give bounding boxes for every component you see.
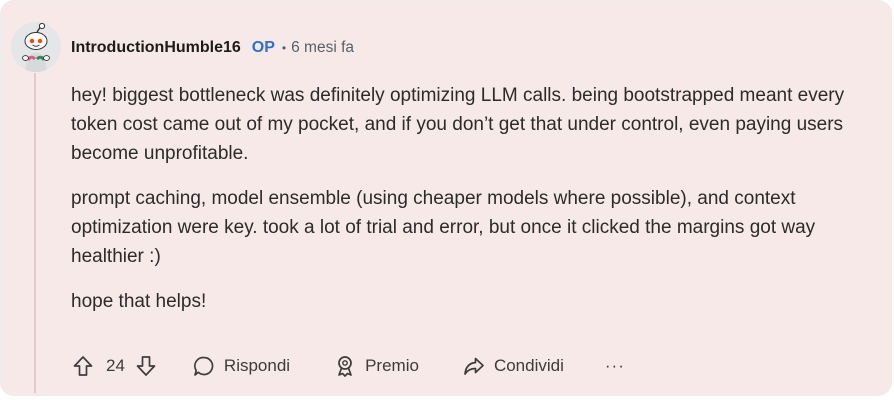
comment-card: IntroductionHumble16 OP • 6 mesi fa hey!… [0,0,892,396]
separator-dot: • [281,41,287,55]
upvote-icon [73,356,93,376]
reply-label: Rispondi [223,356,291,375]
vote-count: 24 [106,356,125,375]
op-badge: OP [251,39,275,56]
award-icon [338,356,352,377]
comment-body: hey! biggest bottleneck was definitely o… [71,81,879,332]
comment-bubble-icon [193,356,214,376]
upvote-button[interactable] [71,354,95,378]
share-label: Condividi [493,356,564,375]
downvote-icon [136,356,156,376]
avatar[interactable] [11,22,61,72]
award-label: Premio [365,356,419,375]
snoo-avatar-icon [11,22,61,72]
share-button[interactable]: Condividi [462,354,564,378]
comment-paragraph: hey! biggest bottleneck was definitely o… [71,85,845,164]
more-icon: ··· [604,356,625,375]
reply-button[interactable]: Rispondi [192,354,290,378]
share-icon [464,357,484,375]
comment-header: IntroductionHumble16 OP • 6 mesi fa [71,37,354,59]
action-bar: 24 Rispondi Premio Condividi ··· [71,351,625,381]
timestamp[interactable]: 6 mesi fa [291,39,354,57]
comment-paragraph: hope that helps! [71,291,207,312]
comment-paragraph: prompt caching, model ensemble (using ch… [71,188,816,267]
thread-line[interactable] [34,73,36,393]
more-options-button[interactable]: ··· [605,356,625,376]
downvote-button[interactable] [134,354,158,378]
author-name[interactable]: IntroductionHumble16 [71,39,241,57]
award-button[interactable]: Premio [333,354,419,378]
